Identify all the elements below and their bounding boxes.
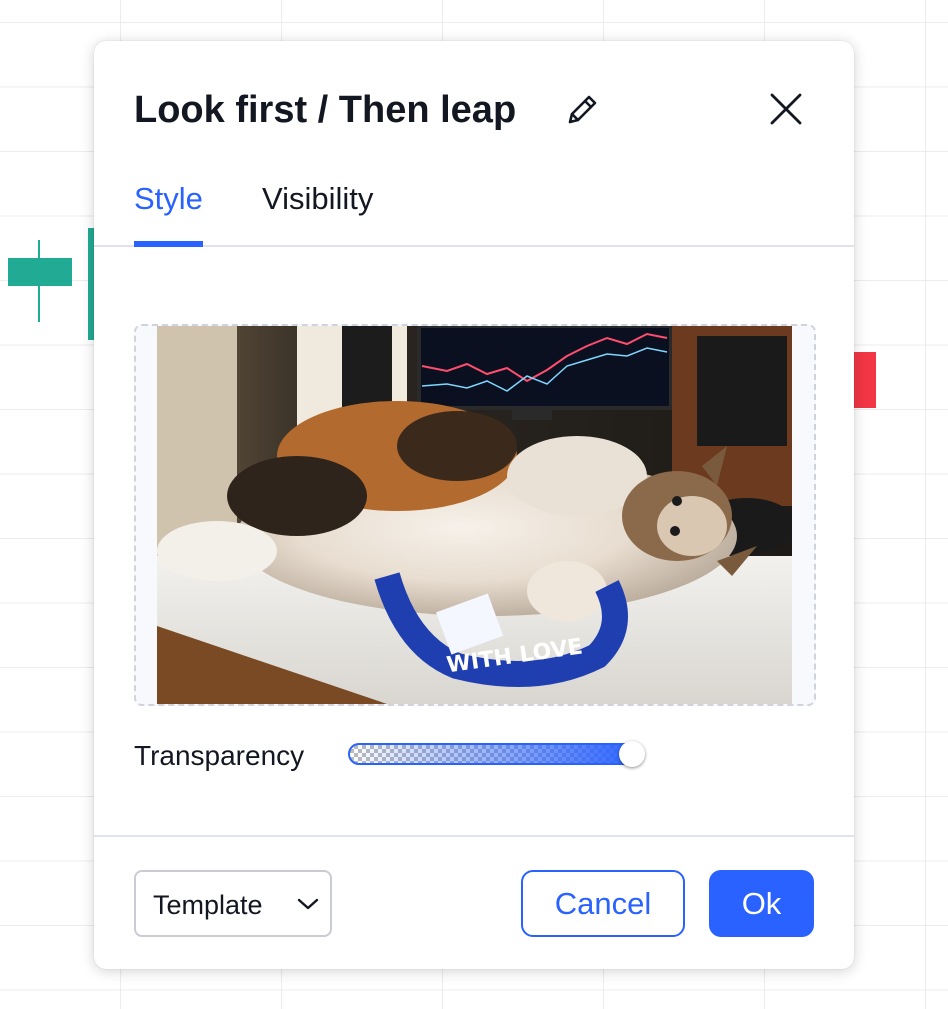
transparency-label: Transparency bbox=[134, 740, 305, 771]
close-icon[interactable] bbox=[766, 89, 806, 129]
transparency-slider[interactable] bbox=[348, 743, 644, 765]
footer-divider bbox=[94, 835, 854, 837]
image-upload-area[interactable]: WITH LOVE bbox=[134, 324, 816, 706]
chevron-down-icon bbox=[296, 896, 320, 912]
candle-body bbox=[8, 258, 72, 286]
tab-style[interactable]: Style bbox=[134, 179, 203, 247]
cancel-button[interactable]: Cancel bbox=[521, 870, 685, 937]
image-settings-dialog: Look first / Then leap Style Visibility bbox=[94, 41, 854, 969]
tab-bar: Style Visibility bbox=[94, 179, 854, 247]
template-label: Template bbox=[153, 890, 263, 920]
dialog-title: Look first / Then leap bbox=[134, 89, 517, 131]
pencil-icon[interactable] bbox=[562, 90, 602, 130]
ok-button[interactable]: Ok bbox=[709, 870, 814, 937]
tab-visibility[interactable]: Visibility bbox=[262, 179, 373, 245]
cat-photo: WITH LOVE bbox=[157, 326, 792, 704]
red-candle bbox=[852, 352, 876, 408]
transparency-slider-thumb[interactable] bbox=[619, 741, 646, 767]
template-dropdown[interactable]: Template bbox=[134, 870, 332, 937]
